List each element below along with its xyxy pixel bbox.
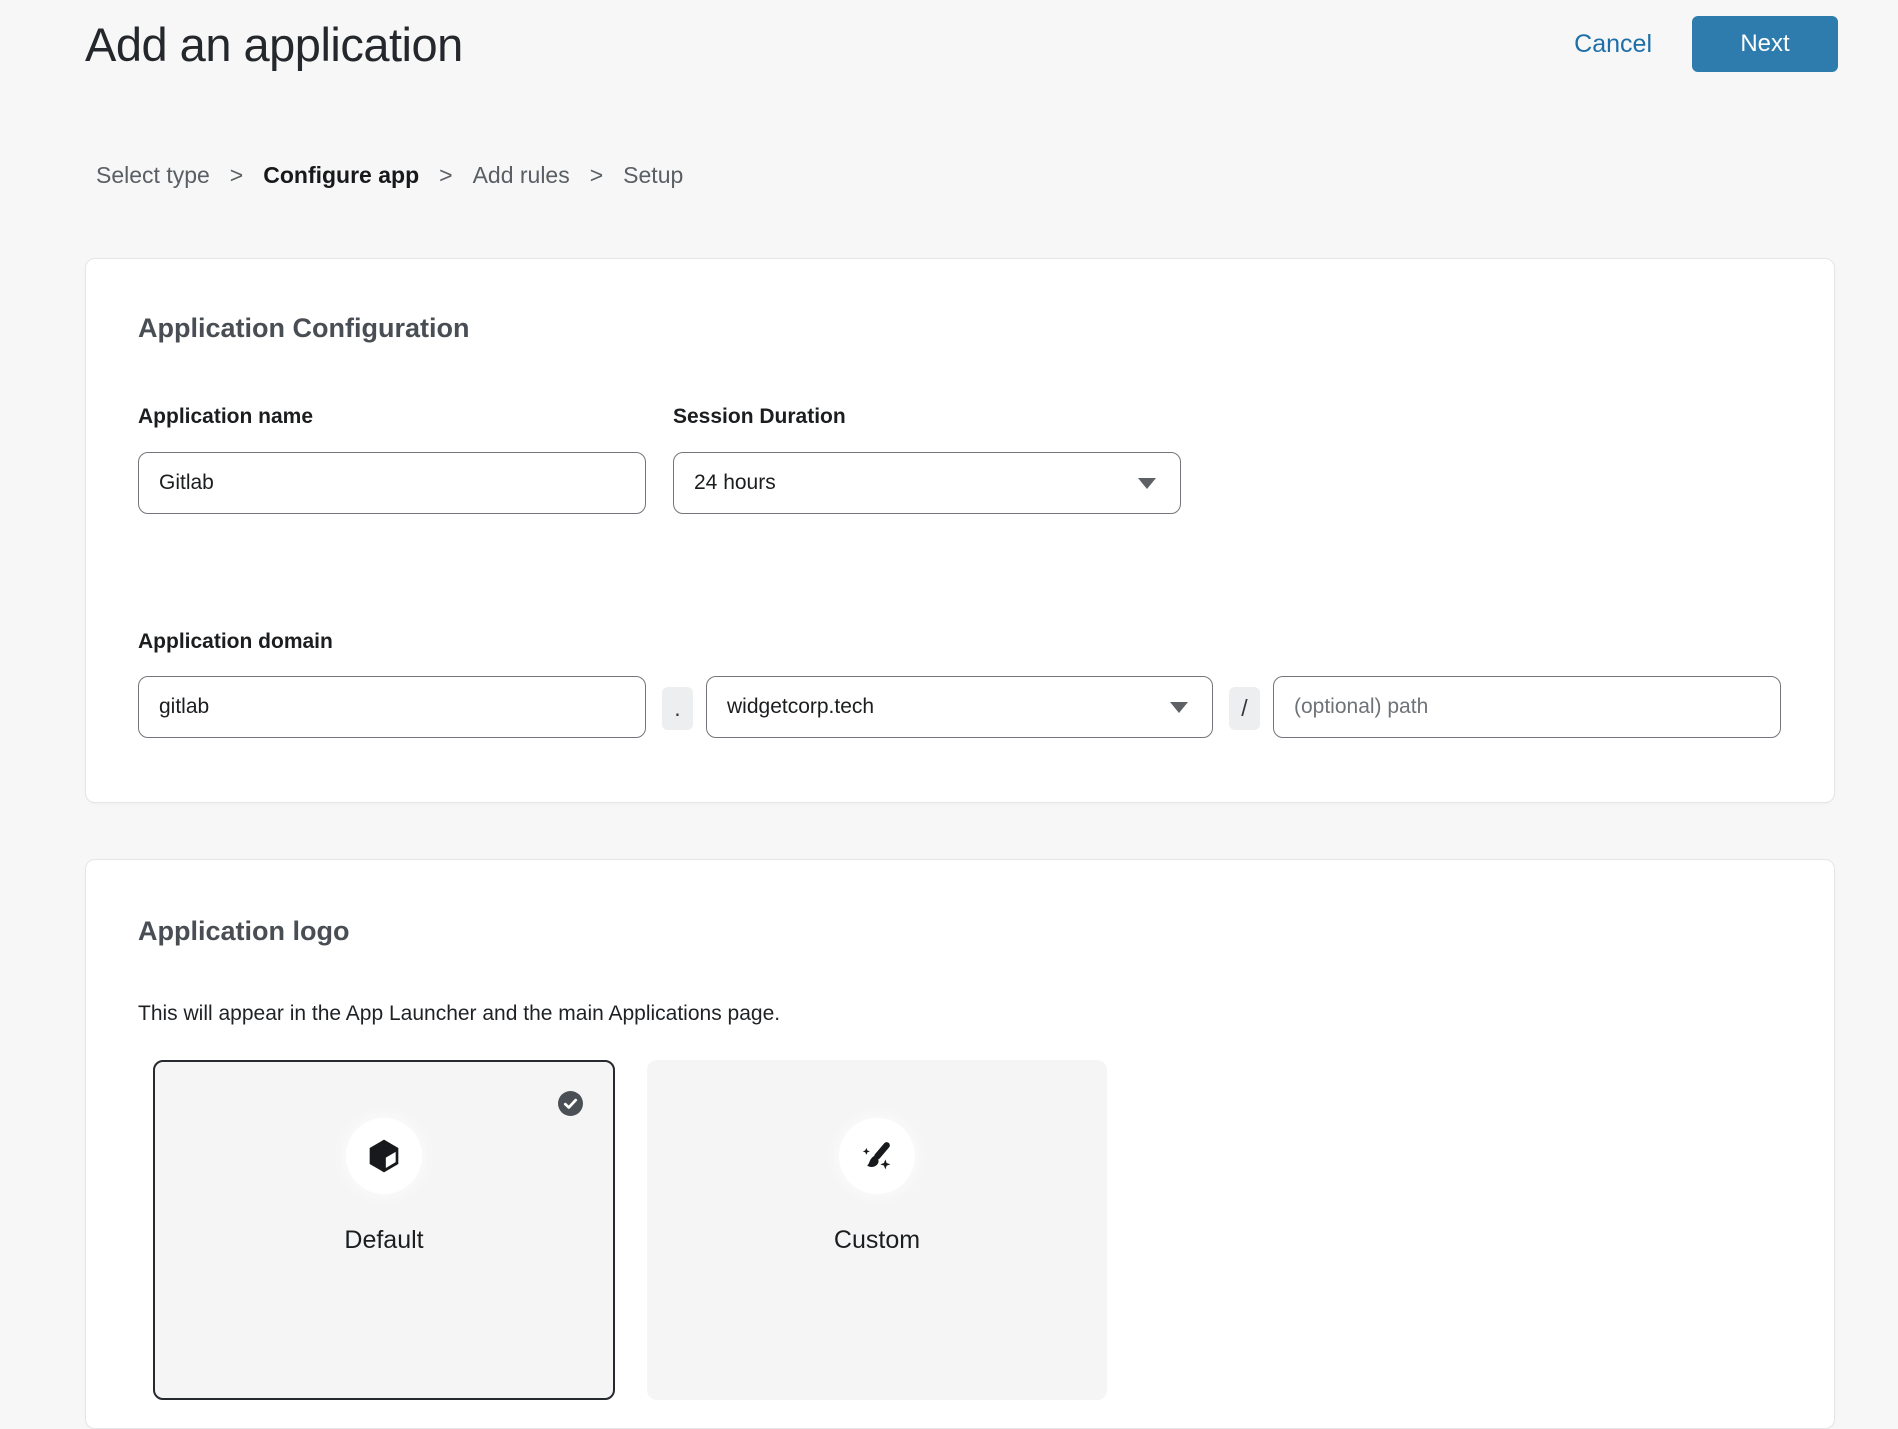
slash-separator: / [1229, 687, 1260, 730]
application-name-label: Application name [138, 405, 313, 429]
step-select-type[interactable]: Select type [96, 162, 210, 189]
config-card-heading: Application Configuration [138, 313, 469, 344]
logo-option-label: Default [155, 1226, 613, 1255]
session-duration-label: Session Duration [673, 405, 846, 429]
next-button[interactable]: Next [1692, 16, 1838, 72]
page-title: Add an application [85, 17, 463, 72]
session-duration-select[interactable]: 24 hours [673, 452, 1181, 514]
dot-separator: . [662, 687, 693, 730]
step-separator: > [590, 162, 603, 189]
wizard-steps: Select type > Configure app > Add rules … [96, 162, 683, 189]
step-setup[interactable]: Setup [623, 162, 683, 189]
domain-select[interactable]: widgetcorp.tech [706, 676, 1213, 738]
add-application-page: Add an application Cancel Next Select ty… [0, 0, 1898, 1260]
step-add-rules[interactable]: Add rules [473, 162, 570, 189]
logo-card-heading: Application logo [138, 916, 349, 947]
header-actions: Cancel Next [1574, 16, 1838, 72]
step-configure-app[interactable]: Configure app [263, 162, 419, 189]
path-input[interactable] [1273, 676, 1781, 738]
cube-icon [364, 1136, 404, 1176]
cancel-button[interactable]: Cancel [1574, 30, 1652, 59]
logo-option-custom[interactable]: Custom [647, 1060, 1107, 1400]
application-configuration-card: Application Configuration Application na… [85, 258, 1835, 803]
application-name-input[interactable] [138, 452, 646, 514]
application-logo-card: Application logo This will appear in the… [85, 859, 1835, 1429]
page-header: Add an application Cancel Next [85, 0, 1838, 88]
step-separator: > [230, 162, 243, 189]
application-domain-label: Application domain [138, 630, 333, 654]
logo-option-default[interactable]: Default [153, 1060, 615, 1400]
step-separator: > [439, 162, 452, 189]
domain-select-value: widgetcorp.tech [727, 695, 874, 719]
logo-card-description: This will appear in the App Launcher and… [138, 1002, 780, 1026]
selected-check-icon [558, 1091, 583, 1116]
logo-option-label: Custom [649, 1226, 1105, 1255]
session-duration-value: 24 hours [694, 471, 776, 495]
subdomain-input[interactable] [138, 676, 646, 738]
chevron-down-icon [1138, 478, 1156, 489]
logo-icon-circle [346, 1118, 422, 1194]
logo-icon-circle [839, 1118, 915, 1194]
chevron-down-icon [1170, 702, 1188, 713]
paintbrush-icon [857, 1136, 897, 1176]
